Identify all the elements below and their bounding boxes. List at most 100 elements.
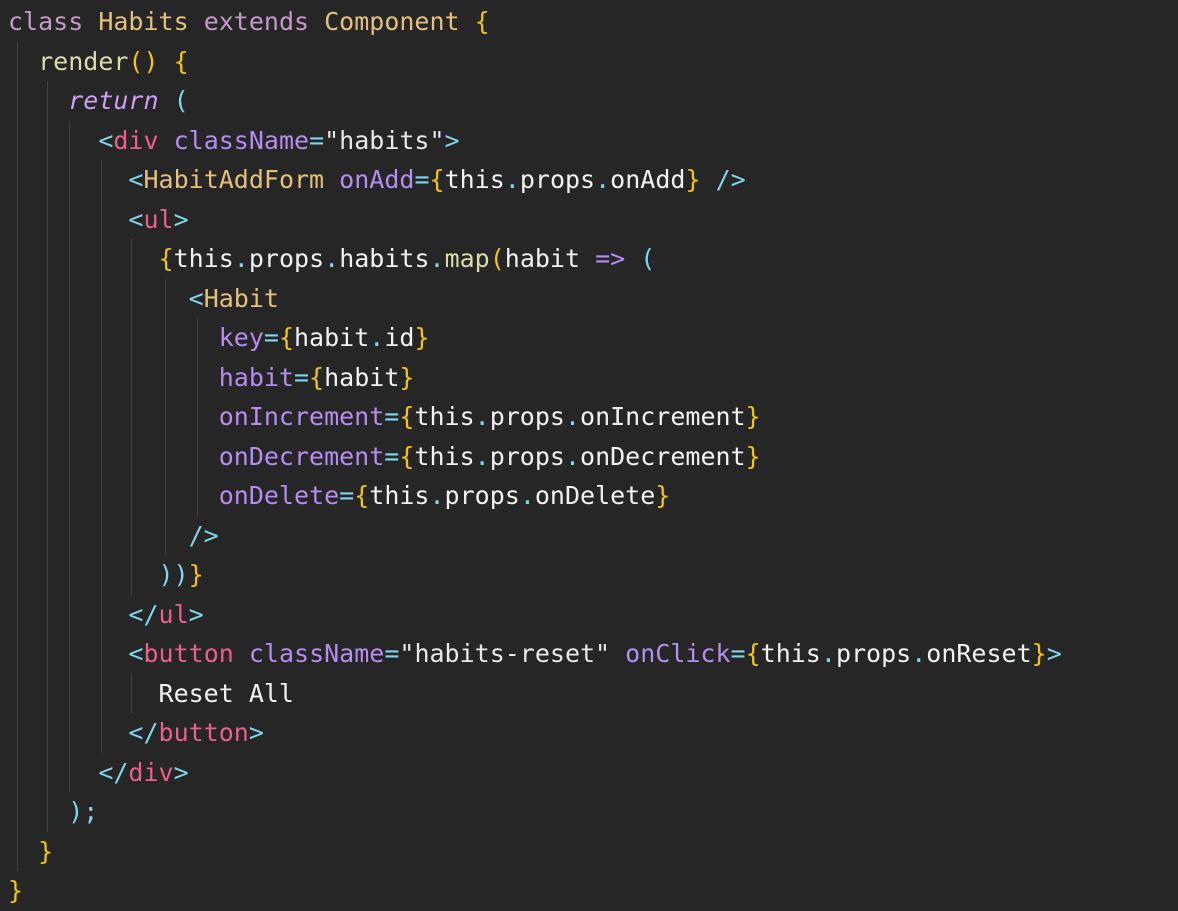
indent-guide (17, 792, 18, 832)
arrow-operator: => (595, 244, 626, 273)
keyword-return: return (68, 86, 159, 115)
indent-guide (69, 476, 70, 516)
indent-guide (165, 476, 166, 516)
indent-guide (17, 831, 18, 871)
indent-guide (47, 713, 48, 753)
indent-guide (165, 278, 166, 318)
indent-guide (197, 436, 198, 476)
brace-close: } (745, 441, 761, 471)
indent-guide (69, 318, 70, 358)
code-line-1: class Habits extends Component { (0, 2, 1178, 42)
indent-guide (101, 160, 102, 200)
attr-eq: = (384, 639, 400, 668)
indent-guide (69, 713, 70, 753)
code-line-14: /> (0, 515, 1178, 555)
props-ref: props (835, 639, 912, 668)
indent-guide (17, 555, 18, 595)
indent-guide (17, 436, 18, 476)
jsx-text: Reset All (158, 678, 294, 708)
indent-guide (101, 318, 102, 358)
brace-close: } (38, 836, 54, 866)
brace-open: { (173, 46, 189, 76)
indent-guide (101, 673, 102, 713)
indent-guide (165, 515, 166, 555)
brace-close: } (8, 876, 24, 905)
indent-guide (131, 555, 132, 595)
brace-close: } (745, 402, 761, 431)
brace-open: { (354, 481, 370, 510)
brace-close: } (399, 362, 415, 392)
brace-open: { (399, 402, 415, 431)
dot: . (911, 639, 927, 668)
code-line-11: onIncrement={this.props.onIncrement} (0, 397, 1178, 437)
code-line-19: </button> (0, 713, 1178, 753)
tag-name: ul (143, 204, 174, 234)
code-editor[interactable]: class Habits extends Component { render(… (0, 0, 1178, 905)
indent-guide (47, 160, 48, 200)
code-line-23: } (0, 871, 1178, 911)
object-ref: habit (294, 323, 370, 352)
indent-guide (101, 713, 102, 753)
code-line-3: return ( (0, 81, 1178, 121)
indent-guide (47, 476, 48, 516)
code-line-8: <Habit (0, 278, 1178, 318)
indent-guide (17, 594, 18, 634)
indent-guide (17, 278, 18, 318)
tag-name: div (128, 757, 174, 787)
dot: . (474, 402, 490, 431)
this-keyword: this (444, 165, 505, 194)
keyword-extends: extends (203, 7, 310, 36)
dot: . (429, 481, 445, 510)
attr-eq: = (309, 125, 325, 155)
props-ref: props (489, 402, 565, 431)
attr-string: "habits-reset" (399, 639, 611, 668)
brace-open: { (278, 323, 294, 352)
indent-guide (197, 476, 198, 516)
attr-name: key (218, 323, 264, 352)
brace-close: } (188, 560, 204, 589)
indent-guide (47, 436, 48, 476)
indent-guide (131, 673, 132, 713)
indent-guide (17, 239, 18, 279)
indent-guide (101, 555, 102, 595)
attr-eq: = (384, 402, 400, 431)
tag-lt: < (188, 283, 204, 313)
tag-lt: </ (128, 718, 159, 747)
indent-guide (17, 160, 18, 200)
indent-guide (69, 278, 70, 318)
indent-guide (17, 673, 18, 713)
indent-guide (17, 752, 18, 792)
code-line-9: key={habit.id} (0, 318, 1178, 358)
tag-gt: > (173, 757, 189, 787)
props-ref: props (444, 481, 520, 510)
indent-guide (165, 397, 166, 437)
indent-guide (17, 515, 18, 555)
component-name: HabitAddForm (143, 165, 325, 194)
indent-guide (17, 476, 18, 516)
tag-name: div (113, 125, 159, 155)
props-ref: props (519, 165, 596, 194)
dot: . (519, 481, 535, 510)
indent-guide (101, 476, 102, 516)
indent-guide (47, 397, 48, 437)
indent-guide (69, 199, 70, 239)
indent-guide (17, 120, 18, 160)
attr-name: onClick (625, 639, 731, 668)
tag-lt: < (128, 204, 144, 234)
indent-guide (47, 515, 48, 555)
indent-guide (17, 397, 18, 437)
tag-lt: < (128, 165, 144, 194)
indent-guide (69, 555, 70, 595)
code-line-6: <ul> (0, 199, 1178, 239)
indent-guide (131, 239, 132, 279)
indent-guide (17, 357, 18, 397)
tag-lt: </ (128, 599, 159, 629)
prop-name: onReset (926, 639, 1032, 668)
dot: . (474, 441, 490, 471)
attr-name: className (173, 125, 310, 155)
prop-name: onIncrement (580, 402, 746, 431)
brace-open: { (429, 165, 445, 194)
indent-guide (47, 278, 48, 318)
indent-guide (47, 357, 48, 397)
parens-close: )) (158, 560, 189, 589)
